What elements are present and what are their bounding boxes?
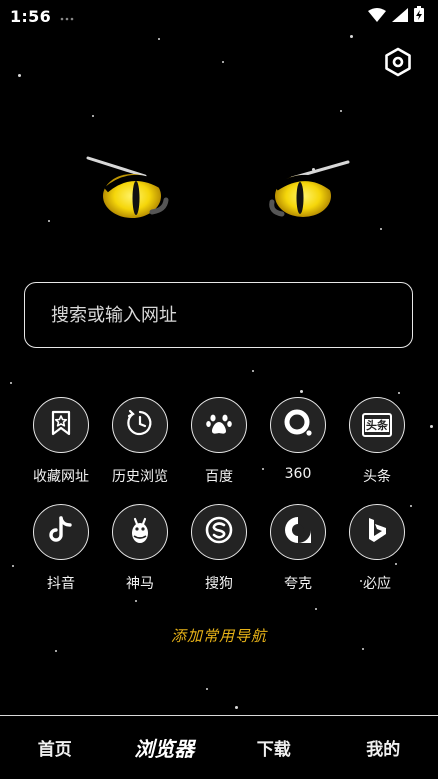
starfield-background <box>0 0 438 779</box>
hexagon-settings-icon <box>384 47 412 81</box>
shortcut-douyin[interactable]: 抖音 <box>22 504 100 611</box>
clock-history-icon <box>125 408 155 442</box>
shortcut-sogou[interactable]: 搜狗 <box>180 504 258 611</box>
shortcut-label: 神马 <box>126 576 154 592</box>
toutiao-icon: 头条 <box>362 413 392 437</box>
wifi-icon <box>368 7 386 26</box>
shortcut-bookmarks[interactable]: 收藏网址 <box>22 397 100 504</box>
search-input[interactable] <box>49 303 383 327</box>
settings-button[interactable] <box>380 46 416 82</box>
360-icon <box>282 407 314 443</box>
bookmark-star-icon <box>48 409 74 441</box>
sogou-icon <box>204 515 234 549</box>
status-time: 1:56 <box>10 6 51 26</box>
shortcut-baidu[interactable]: 百度 <box>180 397 258 504</box>
shortcut-history[interactable]: 历史浏览 <box>101 397 179 504</box>
battery-charging-icon <box>414 6 424 26</box>
shortcut-label: 搜狗 <box>205 576 233 592</box>
bing-icon <box>364 515 390 549</box>
nav-home[interactable]: 首页 <box>0 735 110 760</box>
shortcut-label: 360 <box>284 466 312 482</box>
shortcut-label: 头条 <box>363 469 391 485</box>
cat-eyes-illustration <box>70 140 370 240</box>
nav-download[interactable]: 下载 <box>219 735 329 760</box>
shortcut-label: 抖音 <box>47 576 75 592</box>
add-common-nav-link[interactable]: 添加常用导航 <box>0 625 438 646</box>
bottom-nav: 首页 浏览器 下载 我的 <box>0 715 438 779</box>
shortcut-toutiao[interactable]: 头条 头条 <box>338 397 416 504</box>
notification-dots-icon <box>59 7 75 26</box>
shortcut-shenma[interactable]: 神马 <box>101 504 179 611</box>
shortcut-row-2: 抖音 神马 搜狗 夸克 必应 <box>22 504 416 611</box>
signal-icon <box>392 7 408 26</box>
nav-browser[interactable]: 浏览器 <box>110 733 220 762</box>
quark-icon <box>282 514 314 550</box>
shortcut-bing[interactable]: 必应 <box>338 504 416 611</box>
shortcut-label: 夸克 <box>284 576 312 592</box>
nav-mine[interactable]: 我的 <box>329 735 438 760</box>
douyin-icon <box>47 515 75 549</box>
shortcut-label: 必应 <box>363 576 391 592</box>
shortcut-label: 收藏网址 <box>33 469 89 485</box>
shortcut-360[interactable]: 360 <box>259 397 337 504</box>
shortcut-label: 百度 <box>205 469 233 485</box>
status-bar: 1:56 <box>0 0 438 32</box>
baidu-paw-icon <box>205 409 233 441</box>
shortcut-label: 历史浏览 <box>112 469 168 485</box>
shenma-icon <box>126 514 154 550</box>
search-box[interactable] <box>24 282 413 348</box>
status-left: 1:56 <box>10 7 75 26</box>
shortcut-quark[interactable]: 夸克 <box>259 504 337 611</box>
shortcut-row-1: 收藏网址 历史浏览 百度 360 头条 头条 <box>22 397 416 504</box>
status-right <box>368 6 424 26</box>
toutiao-logo-text: 头条 <box>365 418 389 432</box>
shortcut-grid: 收藏网址 历史浏览 百度 360 头条 头条 抖音 神马 搜狗 夸克 必应 <box>22 397 416 611</box>
